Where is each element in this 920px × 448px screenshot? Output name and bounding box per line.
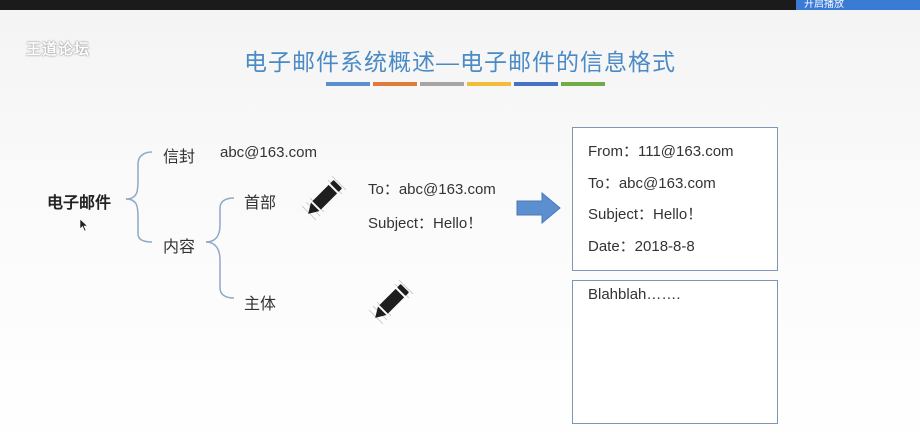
- result-to: To：abc@163.com: [588, 175, 716, 192]
- envelope-label: 信封: [163, 149, 196, 166]
- result-subject: Subject：Hello！: [588, 206, 703, 223]
- result-from: From：111@163.com: [588, 143, 734, 160]
- envelope-value: abc@163.com: [220, 144, 317, 161]
- pencil-icon: [368, 279, 414, 325]
- result-body: Blahblah…….: [588, 286, 681, 303]
- content-label: 内容: [163, 239, 196, 256]
- arrow-right-icon: [516, 192, 561, 224]
- header-subject: Subject：Hello！: [368, 215, 483, 232]
- record-button[interactable]: 开启播放: [796, 0, 920, 10]
- header-to: To：abc@163.com: [368, 181, 496, 198]
- slide: 王道论坛 电子邮件系统概述—电子邮件的信息格式 电子邮件 信封 abc@163.…: [0, 10, 920, 448]
- result-date: Date：2018-8-8: [588, 238, 695, 255]
- mouse-cursor-icon: [79, 218, 89, 232]
- body-label: 主体: [244, 296, 277, 313]
- tree-root: 电子邮件: [47, 195, 112, 212]
- header-label: 首部: [244, 195, 277, 212]
- record-button-label: 开启播放: [804, 0, 844, 10]
- pencil-icon: [301, 175, 347, 221]
